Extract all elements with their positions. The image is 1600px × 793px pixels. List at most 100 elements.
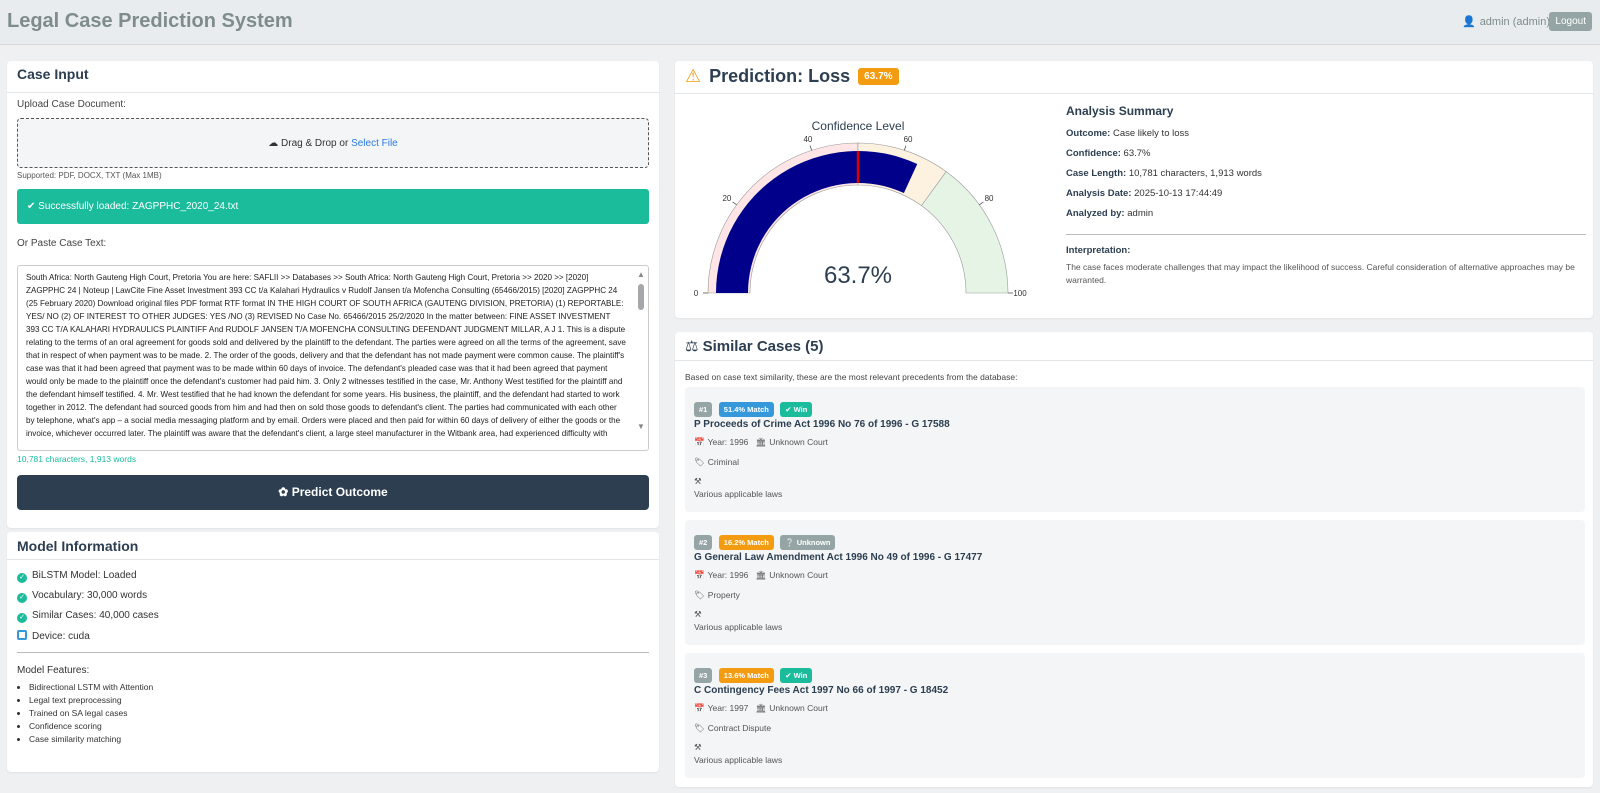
- summary-row-confidence: Confidence: 63.7%: [1066, 148, 1151, 159]
- similar-cases-card: ⚖ Similar Cases (5) Based on case text s…: [675, 332, 1593, 787]
- user-icon: 👤: [1461, 16, 1476, 28]
- feature-item: Confidence scoring: [29, 720, 153, 733]
- model-info-item: Device: cuda: [17, 630, 90, 642]
- check-circle-icon: ✓: [17, 613, 27, 623]
- user-menu[interactable]: 👤 admin (admin): [1462, 15, 1550, 28]
- cloud-upload-icon: ☁: [268, 138, 279, 149]
- tag-icon: 🏷: [694, 590, 705, 600]
- app-title: Legal Case Prediction System: [7, 10, 293, 32]
- match-badge: 13.6% Match: [718, 668, 774, 683]
- gauge-tick: [732, 201, 737, 206]
- court-icon: 🏛: [755, 570, 767, 580]
- similar-cases-title: Similar Cases (5): [702, 338, 824, 355]
- chip-icon: [17, 630, 27, 640]
- feature-item: Case similarity matching: [29, 733, 153, 746]
- scrollbar[interactable]: ▲ ▼: [636, 268, 646, 448]
- predict-button[interactable]: ✿ Predict Outcome: [17, 475, 649, 510]
- features-list: Bidirectional LSTM with Attention Legal …: [29, 681, 153, 746]
- gavel-icon: ⚒: [694, 609, 702, 619]
- scrollbar-thumb[interactable]: [638, 284, 644, 310]
- similar-case-item[interactable]: #1 51.4% Match ✔ Win P Proceeds of Crime…: [685, 387, 1585, 512]
- rank-badge: #1: [694, 402, 713, 417]
- scale-icon: ⚖: [685, 338, 699, 355]
- case-input-card: Case Input Upload Case Document: ☁ Drag …: [7, 61, 659, 528]
- court-icon: 🏛: [755, 437, 767, 447]
- rank-badge: #3: [694, 668, 713, 683]
- case-text-content: South Africa: North Gauteng High Court, …: [26, 273, 626, 438]
- user-label: admin (admin): [1479, 16, 1550, 28]
- upload-label: Upload Case Document:: [17, 99, 126, 110]
- feature-item: Trained on SA legal cases: [29, 707, 153, 720]
- summary-title: Analysis Summary: [1066, 104, 1174, 118]
- scroll-down-icon[interactable]: ▼: [637, 420, 645, 433]
- supported-formats: Supported: PDF, DOCX, TXT (Max 1MB): [17, 171, 162, 180]
- success-message: Successfully loaded: ZAGPPHC_2020_24.txt: [38, 201, 239, 212]
- tag-icon: 🏷: [694, 723, 705, 733]
- case-category: 🏷 Contract Dispute: [694, 723, 772, 733]
- file-dropzone[interactable]: ☁ Drag & Drop or Select File: [17, 118, 649, 168]
- case-title[interactable]: G General Law Amendment Act 1996 No 49 o…: [694, 552, 982, 563]
- divider: [675, 360, 1593, 361]
- gauge-tick-label: 20: [722, 194, 731, 203]
- logout-button[interactable]: Logout: [1549, 12, 1592, 31]
- case-text-area[interactable]: South Africa: North Gauteng High Court, …: [17, 265, 649, 451]
- calendar-icon: 📅: [694, 437, 705, 447]
- outcome-badge: ❔ Unknown: [780, 535, 836, 550]
- features-title: Model Features:: [17, 665, 90, 676]
- case-meta: 📅 Year: 1996 🏛 Unknown Court: [694, 437, 828, 447]
- case-laws: Various applicable laws: [694, 755, 783, 765]
- check-circle-icon: ✔: [27, 201, 36, 212]
- summary-row-date: Analysis Date: 2025-10-13 17:44:49: [1066, 188, 1223, 199]
- case-meta: 📅 Year: 1997 🏛 Unknown Court: [694, 703, 828, 713]
- summary-row-length: Case Length: 10,781 characters, 1,913 wo…: [1066, 168, 1262, 179]
- rank-badge: #2: [694, 535, 713, 550]
- gauge-tick: [979, 201, 984, 206]
- scroll-up-icon[interactable]: ▲: [637, 268, 645, 281]
- model-info-card: Model Information ✓ BiLSTM Model: Loaded …: [7, 532, 659, 772]
- calendar-icon: 📅: [694, 570, 705, 580]
- summary-row-analyzed-by: Analyzed by: admin: [1066, 208, 1154, 219]
- match-badge: 16.2% Match: [718, 535, 774, 550]
- gauge-value: 63.7%: [824, 262, 892, 289]
- court-icon: 🏛: [755, 703, 767, 713]
- paste-label: Or Paste Case Text:: [17, 238, 107, 249]
- confidence-badge: 63.7%: [858, 68, 899, 85]
- model-info-item: ✓ Similar Cases: 40,000 cases: [17, 610, 159, 623]
- outcome-badge: ✔ Win: [780, 402, 813, 417]
- case-title[interactable]: P Proceeds of Crime Act 1996 No 76 of 19…: [694, 419, 950, 430]
- check-circle-icon: ✓: [17, 573, 27, 583]
- navbar: Legal Case Prediction System 👤 admin (adm…: [0, 0, 1600, 45]
- similar-cases-header: ⚖ Similar Cases (5): [685, 337, 824, 355]
- similar-case-item[interactable]: #2 16.2% Match ❔ Unknown G General Law A…: [685, 520, 1585, 645]
- similar-case-item[interactable]: #3 13.6% Match ✔ Win C Contingency Fees …: [685, 653, 1585, 778]
- gauge-title: Confidence Level: [812, 119, 905, 133]
- calendar-icon: 📅: [694, 703, 705, 713]
- success-alert: ✔ Successfully loaded: ZAGPPHC_2020_24.t…: [17, 189, 649, 224]
- model-info-item: ✓ Vocabulary: 30,000 words: [17, 590, 147, 603]
- gauge-tick-label: 0: [694, 289, 699, 298]
- check-circle-icon: ✓: [17, 593, 27, 603]
- gauge-tick-label: 80: [985, 194, 994, 203]
- divider: [1066, 234, 1586, 235]
- predict-button-label: Predict Outcome: [291, 485, 388, 499]
- case-category: 🏷 Property: [694, 590, 740, 600]
- outcome-badge: ✔ Win: [780, 668, 813, 683]
- case-input-title: Case Input: [17, 66, 89, 82]
- case-laws: Various applicable laws: [694, 622, 783, 632]
- gauge-tick-label: 60: [904, 135, 913, 144]
- confidence-gauge: 0 20 40 60 80 100 Confidence Level 63.7%: [694, 119, 1027, 298]
- divider: [675, 93, 1593, 94]
- brain-icon: ✿: [278, 485, 289, 499]
- case-title[interactable]: C Contingency Fees Act 1997 No 66 of 199…: [694, 685, 948, 696]
- gauge-tick: [809, 145, 813, 151]
- warning-icon: ⚠: [685, 66, 702, 86]
- feature-item: Bidirectional LSTM with Attention: [29, 681, 153, 694]
- case-category: 🏷 Criminal: [694, 457, 739, 467]
- prediction-card: ⚠ Prediction: Loss 63.7% 0 20 40 60 80 100 Confi…: [675, 61, 1593, 318]
- tag-icon: 🏷: [694, 457, 705, 467]
- gauge-tick: [903, 145, 907, 151]
- select-file-link[interactable]: Select File: [351, 138, 398, 149]
- gavel-icon: ⚒: [694, 476, 702, 486]
- model-info-item: ✓ BiLSTM Model: Loaded: [17, 570, 137, 583]
- interpretation-title: Interpretation:: [1066, 245, 1131, 256]
